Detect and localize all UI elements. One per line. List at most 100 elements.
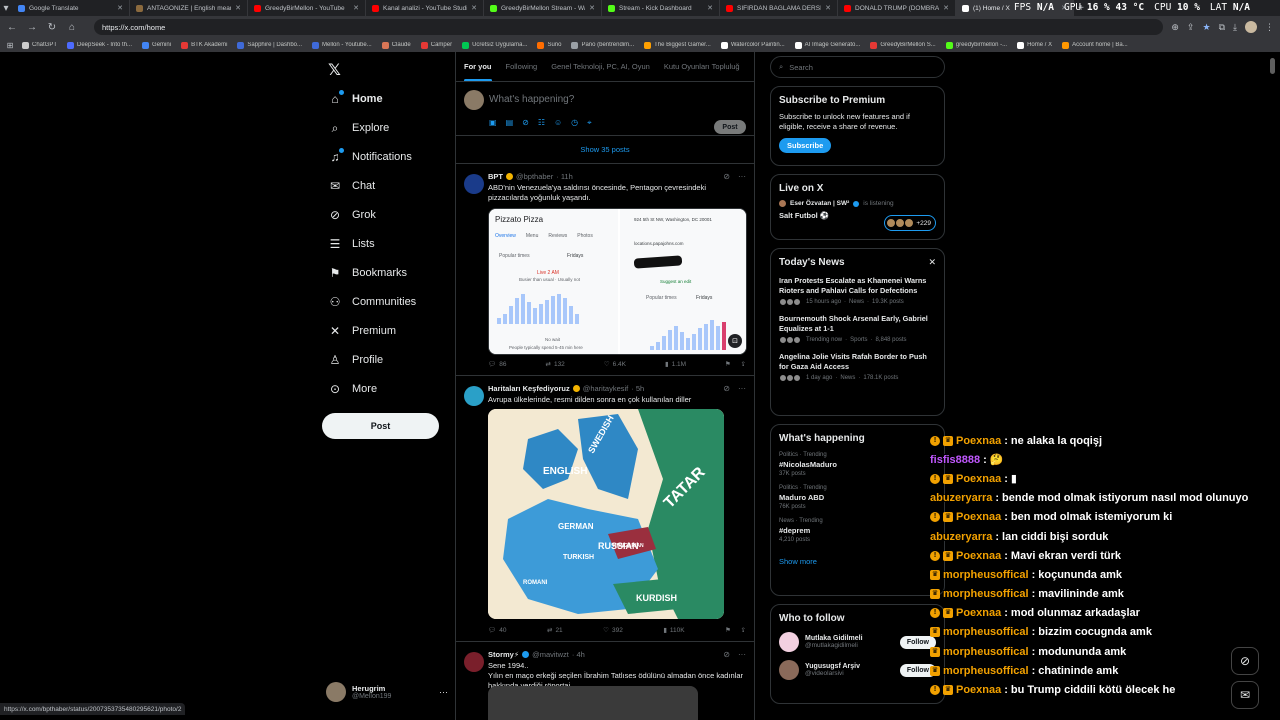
- bookmark-item[interactable]: Pano (bentrendim...: [567, 41, 638, 49]
- extensions-icon[interactable]: ⧉: [1219, 22, 1225, 33]
- x-logo[interactable]: 𝕏: [328, 60, 341, 80]
- browser-tab[interactable]: Stream - Kick Dashboard ✕: [602, 0, 720, 16]
- tweet-handle[interactable]: @haritaykesif: [583, 384, 629, 393]
- tweet-time[interactable]: · 11h: [556, 172, 573, 181]
- tweet-author[interactable]: Haritaları Keşfediyoruz: [488, 384, 570, 393]
- tweet-handle[interactable]: @mavitwzt: [532, 650, 569, 659]
- messages-float-button[interactable]: ✉: [1231, 681, 1259, 709]
- chat-username[interactable]: morpheusoffical: [943, 569, 1029, 581]
- live-card[interactable]: Live on X Eser Özvatan | SW² is listenin…: [770, 174, 945, 240]
- tweet-author[interactable]: BPT: [488, 172, 503, 181]
- tweet-time[interactable]: · 5h: [631, 384, 644, 393]
- bookmark-item[interactable]: Sapphire | Dashbo...: [233, 41, 306, 49]
- more-dots-icon[interactable]: ···: [738, 172, 746, 181]
- sidebar-item-notifications[interactable]: ♫ Notifications: [328, 146, 412, 168]
- feed-tab[interactable]: Kutu Oyunları Topluluğ: [664, 52, 740, 81]
- chat-username[interactable]: Poexnaa: [956, 435, 1001, 447]
- browser-menu-icon[interactable]: ⋮: [1265, 22, 1274, 33]
- views-button[interactable]: ▮ 110K: [663, 626, 684, 635]
- close-icon[interactable]: ✕: [928, 257, 936, 268]
- sidebar-item-home[interactable]: ⌂ Home: [328, 88, 383, 110]
- composer-post-button[interactable]: Post: [714, 120, 746, 134]
- chat-username[interactable]: Poexnaa: [956, 473, 1001, 485]
- tweet-time[interactable]: · 4h: [572, 650, 585, 659]
- chat-username[interactable]: fisfis8888: [930, 454, 980, 466]
- tweet-media-map[interactable]: ENGLISH SWEDISH TATAR GERMAN RUSSIAN TUR…: [488, 409, 724, 619]
- show-more-link[interactable]: Show more: [779, 557, 936, 566]
- share-icon[interactable]: ⇪: [741, 626, 746, 634]
- url-field[interactable]: https://x.com/home: [94, 19, 1164, 35]
- bookmark-item[interactable]: Suno: [533, 41, 565, 49]
- close-tab-icon[interactable]: ✕: [235, 4, 241, 12]
- chat-username[interactable]: morpheusoffical: [943, 646, 1029, 658]
- browser-tab[interactable]: Kanal analizi - YouTube Studio ✕: [366, 0, 484, 16]
- grok-icon[interactable]: ⊘: [522, 118, 529, 128]
- bookmark-icon[interactable]: ⚑: [725, 360, 731, 368]
- bookmark-item[interactable]: Camper: [417, 41, 456, 49]
- reload-icon[interactable]: ↻: [46, 22, 58, 33]
- close-tab-icon[interactable]: ✕: [117, 4, 123, 12]
- close-tab-icon[interactable]: ✕: [943, 4, 949, 12]
- browser-tab[interactable]: SIFIRDAN BAĞLAMA DERSİ 7 ( BU✕: [720, 0, 838, 16]
- tweet[interactable]: Stormy⚡ @mavitwzt · 4h ⊘ ··· Sene 1994.. …: [456, 642, 754, 720]
- post-button[interactable]: Post: [322, 413, 439, 439]
- show-new-posts[interactable]: Show 35 posts: [456, 136, 754, 164]
- tweet[interactable]: BPT @bpthaber · 11h ⊘ ··· ABD'nin Venezue…: [456, 164, 754, 376]
- bookmark-item[interactable]: AI Image Generato...: [791, 41, 865, 49]
- browser-tab[interactable]: Google Translate ✕: [12, 0, 130, 16]
- forward-icon[interactable]: →: [26, 22, 38, 33]
- repost-button[interactable]: ⇄ 132: [546, 360, 565, 369]
- close-tab-icon[interactable]: ✕: [471, 4, 477, 12]
- more-dots-icon[interactable]: ···: [738, 650, 746, 659]
- profile-avatar[interactable]: [1245, 21, 1257, 33]
- account-switcher[interactable]: Herugrim @Mellon199 ···: [326, 680, 448, 704]
- composer-input[interactable]: What's happening?: [489, 94, 574, 105]
- bookmark-item[interactable]: GreedyBirMellon S...: [866, 41, 939, 49]
- trend-item[interactable]: Politics · Trending #NicolasMaduro 37K pos…: [779, 452, 936, 477]
- bookmark-item[interactable]: Account home | Ba...: [1058, 41, 1132, 49]
- grok-float-button[interactable]: ⊘: [1231, 647, 1259, 675]
- home-browser-icon[interactable]: ⌂: [66, 22, 78, 33]
- media-expand-icon[interactable]: ⊡: [728, 334, 742, 348]
- chat-username[interactable]: abuzeryarra: [930, 531, 992, 543]
- subscribe-button[interactable]: Subscribe: [779, 138, 832, 153]
- sidebar-item-bookmarks[interactable]: ⚑ Bookmarks: [328, 262, 407, 284]
- bookmark-item[interactable]: BTK Akademi: [177, 41, 231, 49]
- share-icon[interactable]: ⇪: [1187, 22, 1195, 33]
- back-icon[interactable]: ←: [6, 22, 18, 33]
- chat-username[interactable]: morpheusoffical: [943, 665, 1029, 677]
- sidebar-item-lists[interactable]: ☰ Lists: [328, 233, 375, 255]
- follow-suggestion[interactable]: Mutlaka Gidilmeli @mutlakagidilmeli Follow: [779, 632, 936, 652]
- browser-tab[interactable]: ANTAGONIZE | English meaning - ✕: [130, 0, 248, 16]
- search-input[interactable]: ⌕ Search: [770, 56, 945, 78]
- bookmark-item[interactable]: DeepSeek - Into th...: [63, 41, 136, 49]
- chat-username[interactable]: Poexnaa: [956, 607, 1001, 619]
- tweet-media[interactable]: [488, 686, 698, 720]
- zoom-icon[interactable]: ⊕: [1171, 22, 1179, 33]
- live-listeners[interactable]: +229: [884, 215, 936, 231]
- sidebar-item-chat[interactable]: ✉ Chat: [328, 175, 375, 197]
- sidebar-item-more[interactable]: ⊙ More: [328, 378, 377, 400]
- location-icon[interactable]: ⌖: [587, 118, 592, 128]
- sidebar-item-premium[interactable]: ✕ Premium: [328, 320, 396, 342]
- tweet-media[interactable]: Pizzato Pizza Overview Menu Reviews Phot…: [488, 208, 747, 355]
- news-item[interactable]: Iran Protests Escalate as Khamenei Warns…: [779, 276, 936, 306]
- schedule-icon[interactable]: ◷: [571, 118, 578, 128]
- tweet-author[interactable]: Stormy⚡: [488, 650, 519, 659]
- emoji-icon[interactable]: ☺: [554, 118, 562, 128]
- grok-icon[interactable]: ⊘: [723, 172, 730, 181]
- close-tab-icon[interactable]: ✕: [707, 4, 713, 12]
- bookmark-item[interactable]: Mellon - Youtube...: [308, 41, 376, 49]
- bookmark-item[interactable]: Watercolor Paintin...: [717, 41, 789, 49]
- bookmark-item[interactable]: Home / X: [1013, 41, 1056, 49]
- sidebar-item-communities[interactable]: ⚇ Communities: [328, 291, 417, 313]
- like-button[interactable]: ♡ 6.4K: [604, 360, 626, 369]
- bookmark-item[interactable]: Gemini: [138, 41, 175, 49]
- trend-item[interactable]: Politics · Trending Maduro ABD 76K posts: [779, 485, 936, 510]
- star-icon[interactable]: ★: [1203, 22, 1211, 33]
- more-dots-icon[interactable]: ···: [738, 384, 746, 393]
- bookmark-item[interactable]: Ücretsiz Uygulama...: [458, 41, 531, 49]
- gif-icon[interactable]: ▤: [506, 118, 514, 128]
- browser-tab[interactable]: GreedyBirMellon Stream - Watch ✕: [484, 0, 602, 16]
- reply-button[interactable]: 💬︎ 40: [488, 626, 507, 635]
